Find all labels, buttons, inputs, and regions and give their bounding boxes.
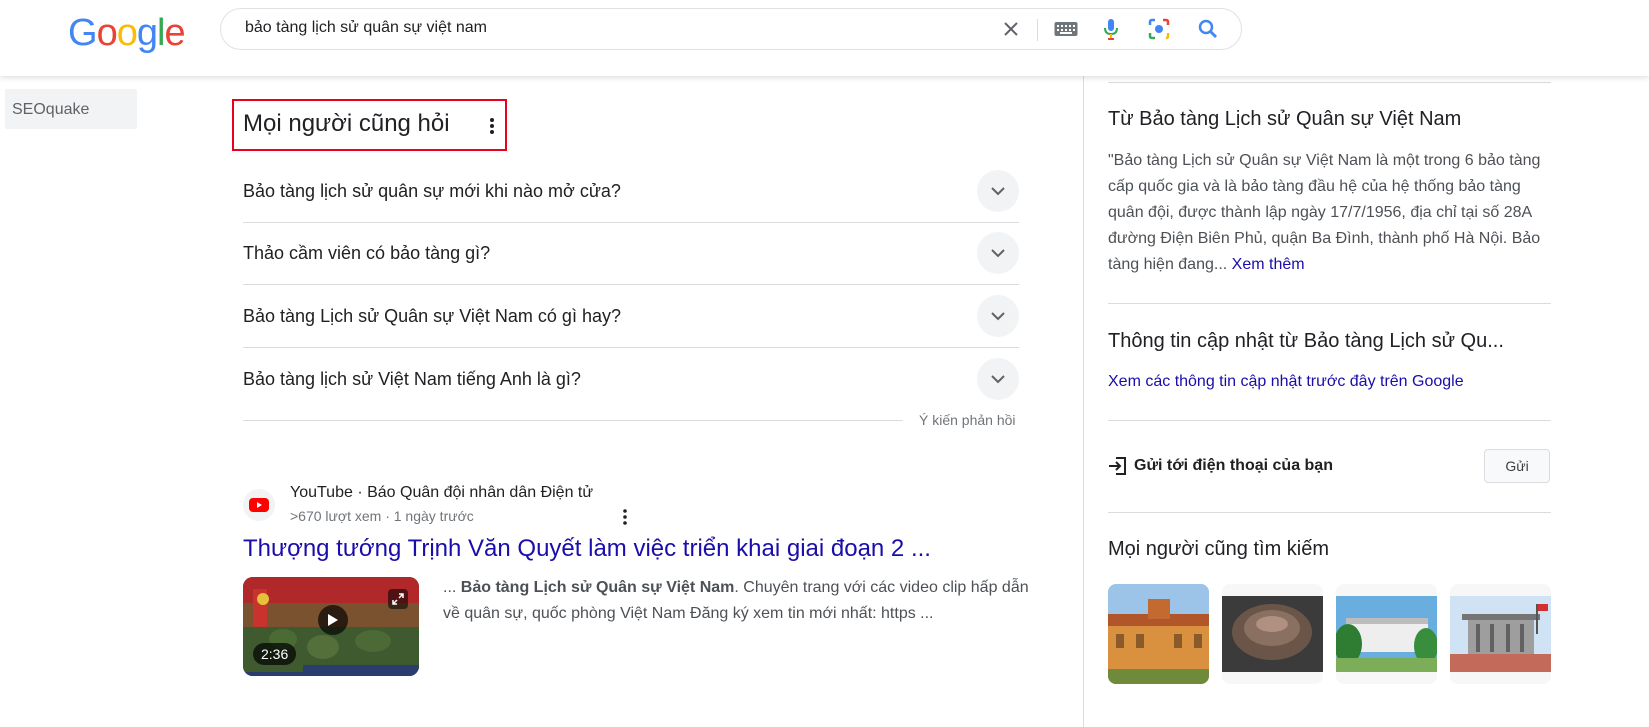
paa-question[interactable]: Bảo tàng lịch sử Việt Nam tiếng Anh là g… xyxy=(243,349,1019,411)
paa-title: Mọi người cũng hỏi xyxy=(243,110,450,137)
chevron-down-icon[interactable] xyxy=(977,232,1019,274)
youtube-favicon xyxy=(243,489,275,521)
panel-border xyxy=(1083,76,1084,727)
related-image[interactable] xyxy=(1108,584,1209,684)
video-duration: 2:36 xyxy=(253,643,297,665)
search-box[interactable]: bảo tàng lịch sử quân sự việt nam xyxy=(220,8,1242,50)
send-button[interactable]: Gửi xyxy=(1484,449,1550,483)
related-image[interactable] xyxy=(1336,584,1437,684)
panel-from-heading: Từ Bảo tàng Lịch sử Quân sự Việt Nam xyxy=(1108,108,1462,130)
keyboard-icon[interactable] xyxy=(1054,17,1078,41)
related-image[interactable] xyxy=(1222,584,1323,684)
paa-question[interactable]: Bảo tàng lịch sử quân sự mới khi nào mở … xyxy=(243,161,1019,223)
divider xyxy=(243,347,1019,348)
logo-letter: G xyxy=(68,12,98,54)
search-icon[interactable] xyxy=(1196,17,1220,41)
divider xyxy=(1108,303,1551,304)
snippet-prefix: ... xyxy=(443,579,461,596)
google-logo[interactable]: Google xyxy=(68,12,186,55)
feedback-link[interactable]: Ý kiến phản hồi xyxy=(919,412,1016,428)
logo-letter: g xyxy=(136,12,158,54)
microphone-icon[interactable] xyxy=(1099,17,1123,41)
chevron-down-icon[interactable] xyxy=(977,358,1019,400)
description-text: "Bảo tàng Lịch sử Quân sự Việt Nam là mộ… xyxy=(1108,152,1541,273)
divider xyxy=(1108,512,1551,513)
search-divider xyxy=(1037,19,1038,41)
logo-letter: o xyxy=(96,12,118,54)
paa-question-text: Bảo tàng lịch sử Việt Nam tiếng Anh là g… xyxy=(243,369,581,389)
paa-question[interactable]: Bảo tàng Lịch sử Quân sự Việt Nam có gì … xyxy=(243,286,1019,348)
logo-letter: o xyxy=(116,12,138,54)
seoquake-widget: SEOquake xyxy=(5,89,137,129)
snippet-bold: Bảo tàng Lịch sử Quân sự Việt Nam xyxy=(460,579,735,596)
video-thumbnail[interactable]: 2:36 xyxy=(243,577,419,676)
see-more-link[interactable]: Xem thêm xyxy=(1232,256,1305,273)
header: Google bảo tàng lịch sử quân sự việt nam xyxy=(0,0,1649,76)
also-search-heading: Mọi người cũng tìm kiếm xyxy=(1108,538,1330,560)
more-options-icon[interactable] xyxy=(620,508,630,526)
divider xyxy=(243,420,903,421)
send-to-phone-label: Gửi tới điện thoại của bạn xyxy=(1134,457,1333,474)
related-image[interactable] xyxy=(1450,584,1551,684)
panel-updates-heading[interactable]: Thông tin cập nhật từ Bảo tàng Lịch sử Q… xyxy=(1108,330,1504,353)
result-meta: >670 lượt xem · 1 ngày trước xyxy=(290,508,474,524)
paa-question[interactable]: Thảo cầm viên có bảo tàng gì? xyxy=(243,223,1019,285)
send-to-phone-icon xyxy=(1108,456,1128,476)
chevron-down-icon[interactable] xyxy=(977,295,1019,337)
seoquake-label: SEOquake xyxy=(12,101,90,118)
divider xyxy=(1108,420,1551,421)
close-icon[interactable] xyxy=(999,17,1023,41)
result-source[interactable]: YouTube · Báo Quân đội nhân dân Điện tử xyxy=(290,484,593,502)
result-title-link[interactable]: Thượng tướng Trịnh Văn Quyết làm việc tr… xyxy=(243,535,931,563)
paa-question-text: Bảo tàng lịch sử quân sự mới khi nào mở … xyxy=(243,181,621,201)
divider xyxy=(243,284,1019,285)
paa-question-text: Bảo tàng Lịch sử Quân sự Việt Nam có gì … xyxy=(243,306,621,326)
search-input[interactable]: bảo tàng lịch sử quân sự việt nam xyxy=(245,19,487,37)
play-icon[interactable] xyxy=(318,605,348,635)
divider xyxy=(1108,82,1551,83)
result-snippet: ... Bảo tàng Lịch sử Quân sự Việt Nam. C… xyxy=(443,575,1033,627)
updates-link[interactable]: Xem các thông tin cập nhật trước đây trê… xyxy=(1108,373,1464,391)
more-options-icon[interactable] xyxy=(486,116,498,136)
panel-description: "Bảo tàng Lịch sử Quân sự Việt Nam là mộ… xyxy=(1108,148,1556,278)
chevron-down-icon[interactable] xyxy=(977,170,1019,212)
logo-letter: e xyxy=(164,12,185,54)
paa-question-text: Thảo cầm viên có bảo tàng gì? xyxy=(243,243,491,263)
expand-icon[interactable] xyxy=(388,589,408,609)
lens-icon[interactable] xyxy=(1147,17,1171,41)
